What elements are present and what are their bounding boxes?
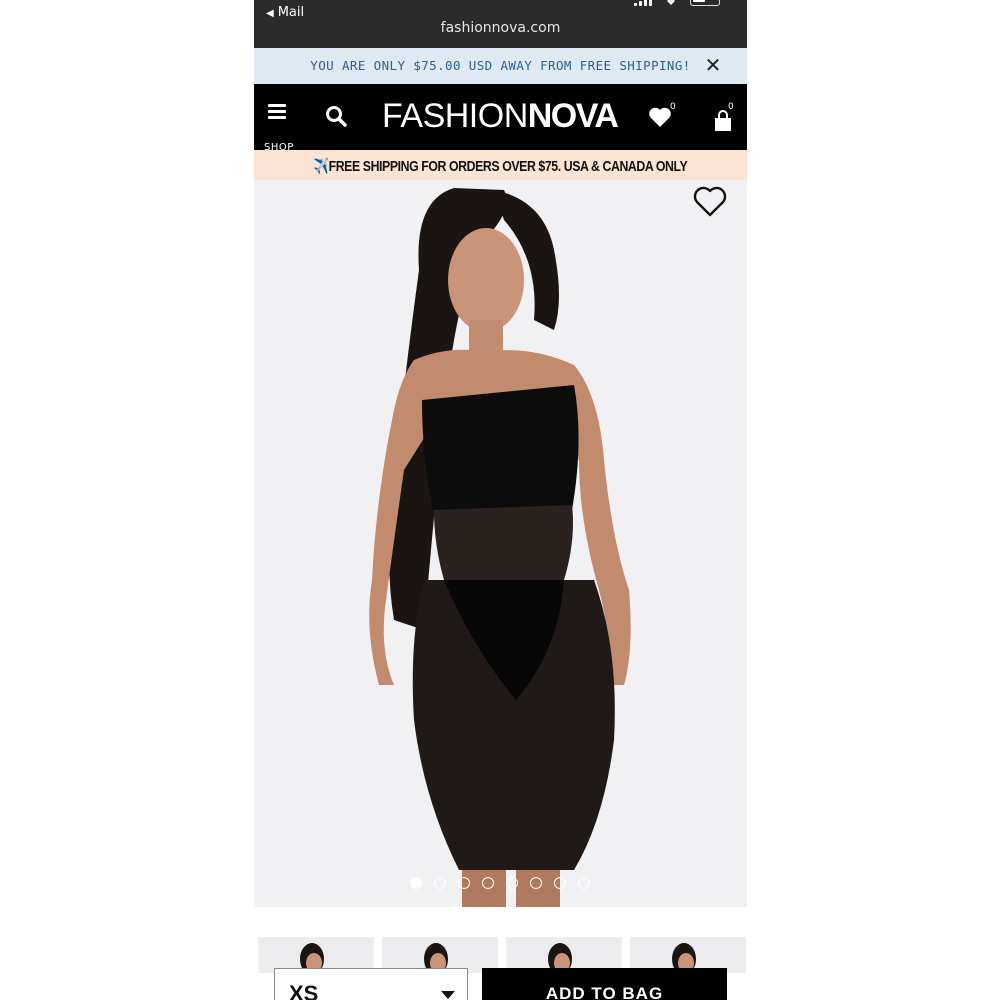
shipping-ribbon-text: ✈️FREE SHIPPING FOR ORDERS OVER $75. USA… [298, 157, 702, 175]
add-to-bag-label: ADD TO BAG [545, 984, 664, 1000]
status-bar: ◀ Mail fashionnova.com [254, 0, 747, 48]
wifi-icon [667, 0, 675, 5]
back-arrow-icon: ◀ [266, 8, 274, 19]
carousel-dots [410, 877, 590, 891]
hamburger-icon [268, 104, 286, 107]
carousel-dot[interactable] [410, 877, 422, 889]
carousel-dot[interactable] [530, 877, 542, 889]
wishlist-heart-icon[interactable] [648, 106, 672, 128]
product-photo [369, 188, 631, 907]
signal-icon [634, 0, 656, 6]
carousel-dot[interactable] [482, 877, 494, 889]
phone-screen: ◀ Mail fashionnova.com YOU ARE ONLY $75.0… [254, 0, 747, 1000]
fashion-nova-logo[interactable]: FASHIONNOVA [382, 94, 619, 138]
battery-icon [690, 0, 720, 6]
shipping-ribbon[interactable]: ✈️FREE SHIPPING FOR ORDERS OVER $75. USA… [254, 150, 747, 180]
favorite-heart-icon[interactable] [692, 186, 728, 218]
search-icon[interactable] [324, 104, 348, 128]
promo-text: YOU ARE ONLY $75.00 USD AWAY FROM FREE S… [310, 58, 691, 73]
chevron-down-icon [441, 991, 455, 999]
carousel-dot[interactable] [506, 877, 518, 889]
close-icon[interactable]: ✕ [702, 54, 724, 76]
airplane-icon: ✈️ [313, 158, 329, 175]
hamburger-icon-bar [268, 110, 286, 113]
logo-text-light: FASHION [382, 97, 528, 135]
back-to-mail-button[interactable]: ◀ Mail [266, 5, 304, 20]
carousel-dot[interactable] [434, 877, 446, 889]
url-bar[interactable]: fashionnova.com [254, 20, 747, 36]
bag-count: 0 [728, 102, 734, 112]
back-label: Mail [277, 5, 305, 20]
carousel-dot[interactable] [458, 877, 470, 889]
selected-size: XS [289, 981, 319, 1000]
hamburger-icon-bar [268, 116, 286, 119]
free-shipping-progress-banner: YOU ARE ONLY $75.00 USD AWAY FROM FREE S… [254, 48, 747, 84]
wishlist-count: 0 [670, 102, 676, 112]
shopping-bag-icon[interactable] [714, 110, 732, 132]
site-header: SHOP FASHIONNOVA 0 0 [254, 84, 747, 153]
size-select[interactable]: XS [274, 968, 468, 1000]
shipping-text: FREE SHIPPING FOR ORDERS OVER $75. USA &… [328, 158, 688, 175]
logo-text-bold: NOVA [527, 97, 619, 135]
carousel-dot[interactable] [554, 877, 566, 889]
shop-menu-button[interactable]: SHOP [262, 102, 293, 153]
add-to-bag-button[interactable]: ADD TO BAG [482, 968, 727, 1000]
carousel-dot[interactable] [578, 877, 590, 889]
product-image-carousel[interactable] [254, 180, 747, 907]
